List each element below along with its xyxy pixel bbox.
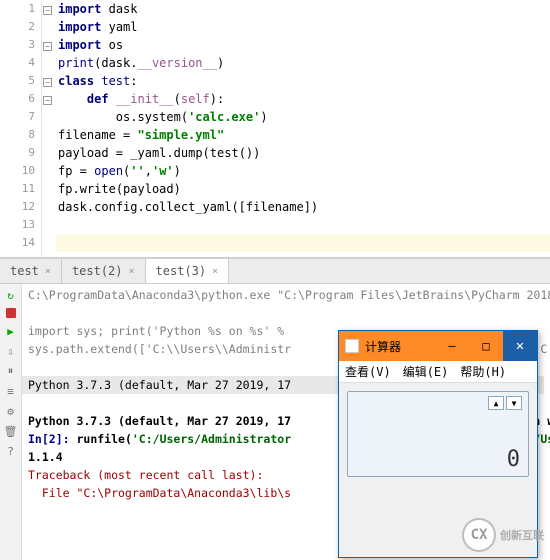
calculator-titlebar[interactable]: 计算器 — □ ✕ [339, 331, 537, 361]
line-number: 7 [0, 108, 35, 126]
tab-label: test(3) [156, 264, 207, 278]
console-tabs: test × test(2) × test(3) × [0, 258, 550, 284]
calculator-body: ▲ ▼ 0 [339, 383, 537, 485]
line-number: 3 [0, 36, 35, 54]
calculator-display: ▲ ▼ 0 [347, 391, 529, 477]
tab-label: test(2) [72, 264, 123, 278]
history-up-button[interactable]: ▲ [488, 396, 504, 410]
line-number: 9 [0, 144, 35, 162]
close-icon[interactable]: × [129, 266, 135, 277]
tab-label: test [10, 264, 39, 278]
close-button[interactable]: ✕ [503, 331, 537, 361]
code-line[interactable]: import os [56, 36, 550, 54]
history-down-button[interactable]: ▼ [506, 396, 522, 410]
stop-icon[interactable] [6, 308, 16, 318]
code-content[interactable]: import daskimport yamlimport osprint(das… [56, 0, 550, 257]
code-line[interactable]: filename = "simple.yml" [56, 126, 550, 144]
close-icon[interactable]: × [45, 266, 51, 277]
code-line[interactable] [56, 216, 550, 234]
run-toolbar: ↻ ▶ ⇩ ⏸ ≡ ⚙ 🗑? [0, 284, 22, 560]
watermark: CX 创新互联 [462, 518, 544, 552]
trash-icon[interactable]: 🗑 [4, 424, 18, 438]
line-number: 13 [0, 216, 35, 234]
code-line[interactable]: fp.write(payload) [56, 180, 550, 198]
code-line[interactable]: import dask [56, 0, 550, 18]
code-line[interactable]: dask.config.collect_yaml([filename]) [56, 198, 550, 216]
calculator-menu-item[interactable]: 查看(V) [345, 363, 391, 380]
code-line[interactable]: class test: [56, 72, 550, 90]
fold-toggle-icon[interactable]: − [43, 42, 52, 51]
code-line[interactable] [56, 234, 550, 252]
console-tab[interactable]: test(2) × [62, 259, 146, 283]
line-number: 8 [0, 126, 35, 144]
line-number: 5 [0, 72, 35, 90]
code-line[interactable]: os.system('calc.exe') [56, 108, 550, 126]
line-number: 1 [0, 0, 35, 18]
line-number: 10 [0, 162, 35, 180]
maximize-button[interactable]: □ [469, 331, 503, 361]
line-number: 14 [0, 234, 35, 252]
code-line[interactable]: fp = open('','w') [56, 162, 550, 180]
code-line[interactable]: print(dask.__version__) [56, 54, 550, 72]
calculator-icon [345, 339, 359, 353]
down-icon[interactable]: ⇩ [4, 344, 18, 358]
calculator-menu-item[interactable]: 编辑(E) [403, 363, 449, 380]
watermark-logo: CX [462, 518, 496, 552]
console-line [28, 304, 544, 322]
calculator-result: 0 [507, 447, 520, 472]
line-number: 4 [0, 54, 35, 72]
help-icon[interactable]: ? [4, 444, 18, 458]
line-number-gutter: 1234567891011121314 [0, 0, 42, 257]
close-icon[interactable]: × [212, 266, 218, 277]
watermark-text: 创新互联 [500, 527, 544, 543]
console-tab[interactable]: test(3) × [146, 259, 230, 283]
calculator-menubar[interactable]: 查看(V) 编辑(E) 帮助(H) [339, 361, 537, 383]
console-tab[interactable]: test × [0, 259, 62, 283]
code-line[interactable]: payload = _yaml.dump(test()) [56, 144, 550, 162]
code-line[interactable]: import yaml [56, 18, 550, 36]
play-icon[interactable]: ▶ [4, 324, 18, 338]
pause-icon[interactable]: ⏸ [4, 364, 18, 378]
line-number: 6 [0, 90, 35, 108]
console-line: C:\ProgramData\Anaconda3\python.exe "C:\… [28, 286, 544, 304]
fold-toggle-icon[interactable]: − [43, 78, 52, 87]
fold-gutter[interactable]: − − − − [42, 0, 56, 257]
line-number: 2 [0, 18, 35, 36]
minimize-button[interactable]: — [435, 331, 469, 361]
code-editor[interactable]: 1234567891011121314 −−−− import daskimpo… [0, 0, 550, 258]
code-line[interactable]: def __init__(self): [56, 90, 550, 108]
calculator-menu-item[interactable]: 帮助(H) [460, 363, 506, 380]
line-number: 12 [0, 198, 35, 216]
fold-toggle-icon[interactable]: − [43, 96, 52, 105]
stack-icon[interactable]: ≡ [4, 384, 18, 398]
calculator-title: 计算器 [365, 338, 435, 355]
line-number: 11 [0, 180, 35, 198]
rerun-icon[interactable]: ↻ [4, 288, 18, 302]
fold-toggle-icon[interactable]: − [43, 6, 52, 15]
cog-icon[interactable]: ⚙ [4, 404, 18, 418]
